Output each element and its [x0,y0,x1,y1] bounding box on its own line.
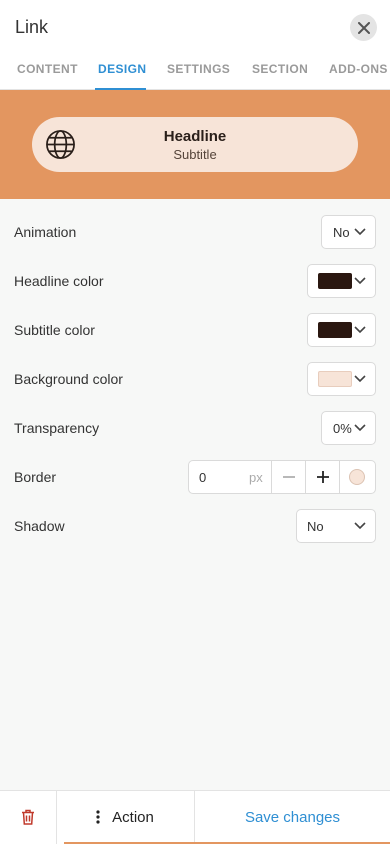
tab-bar: CONTENT DESIGN SETTINGS SECTION ADD-ONS [0,52,390,90]
headline-color-row: Headline color [0,256,390,305]
trash-icon [22,809,34,825]
shadow-row: Shadow No [0,501,390,550]
tab-design[interactable]: DESIGN [98,62,146,76]
background-color-row: Background color [0,354,390,403]
subtitle-color-swatch [318,322,352,338]
border-color-picker[interactable] [340,461,373,493]
chevron-down-icon [354,424,366,432]
background-color-label: Background color [14,370,123,387]
close-button[interactable] [350,14,377,41]
plus-icon [316,471,329,483]
border-increment-button[interactable] [306,461,339,493]
border-control: 0 px [188,460,376,494]
background-color-picker[interactable] [307,362,376,396]
animation-label: Animation [14,223,77,240]
border-label: Border [14,468,57,485]
delete-button[interactable] [0,791,56,843]
border-decrement-button[interactable] [272,461,305,493]
transparency-select[interactable]: 0% [321,411,376,445]
transparency-label: Transparency [14,419,100,436]
animation-row: Animation No [0,207,390,256]
link-preview-button: Headline Subtitle [32,117,358,172]
animation-value: No [333,225,350,240]
headline-color-picker[interactable] [307,264,376,298]
preview-subtitle: Subtitle [173,147,217,162]
save-changes-button[interactable]: Save changes [195,791,390,843]
subtitle-color-picker[interactable] [307,313,376,347]
panel-title: Link [15,17,49,37]
more-vertical-icon [96,810,100,824]
footer-toolbar: Action Save changes [0,790,390,844]
border-color-swatch [348,469,365,485]
shadow-label: Shadow [14,517,65,534]
animation-select[interactable]: No [321,215,376,249]
chevron-down-icon [354,277,366,285]
transparency-row: Transparency 0% [0,403,390,452]
minus-icon [282,476,295,478]
tab-add-ons[interactable]: ADD-ONS [329,62,388,76]
chevron-down-icon [354,522,366,530]
chevron-down-icon [354,326,366,334]
shadow-select[interactable]: No [296,509,376,543]
background-color-swatch [318,371,352,387]
close-icon [357,21,370,34]
border-width-input[interactable]: 0 [199,470,206,485]
headline-color-label: Headline color [14,272,104,289]
preview-headline: Headline [163,128,227,145]
tab-settings[interactable]: SETTINGS [167,62,230,76]
border-unit: px [249,470,263,485]
headline-color-swatch [318,273,352,289]
shadow-value: No [307,519,324,534]
chevron-down-icon [354,375,366,383]
panel-header: Link CONTENT DESIGN SETTINGS SECTION ADD… [0,0,390,90]
design-settings: Animation No Headline color Subtitle col… [0,207,390,550]
tab-content[interactable]: CONTENT [17,62,78,76]
subtitle-color-label: Subtitle color [14,321,95,338]
transparency-value: 0% [333,421,352,436]
action-button[interactable]: Action [56,791,194,843]
chevron-down-icon [354,228,366,236]
action-label: Action [112,808,154,826]
tab-section[interactable]: SECTION [252,62,308,76]
subtitle-color-row: Subtitle color [0,305,390,354]
link-preview: Headline Subtitle [0,90,390,199]
border-row: Border 0 px [0,452,390,501]
